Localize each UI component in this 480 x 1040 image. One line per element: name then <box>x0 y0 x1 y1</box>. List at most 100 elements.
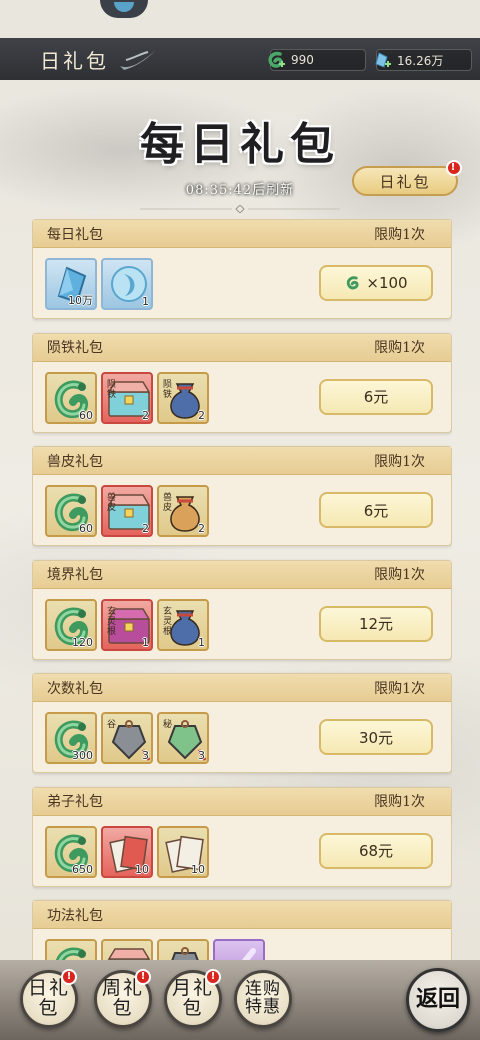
buy-button[interactable]: 30元 <box>319 719 433 755</box>
jade-coin-icon <box>268 51 285 68</box>
return-button[interactable]: 返回 <box>406 968 470 1032</box>
reward-item-tag: 兽皮 <box>107 493 117 513</box>
purchase-limit: 限购1次 <box>374 453 425 470</box>
jade-coin-icon <box>55 947 86 960</box>
reward-item-quantity: 10万 <box>68 294 93 307</box>
nav-combo-deal-button[interactable]: 连购特惠 <box>234 970 292 1028</box>
tab-daily-pack[interactable]: 日礼包 ! <box>352 160 462 196</box>
buy-button-price: ×100 <box>366 274 408 292</box>
reward-item[interactable]: 60 <box>45 371 97 424</box>
reward-item-quantity: 1 <box>198 635 205 649</box>
nav-monthly-pack-button[interactable]: 月礼包 ! <box>164 969 222 1028</box>
page-title: 每日礼包 <box>140 119 340 170</box>
reward-item[interactable]: 兽皮 2 <box>101 485 153 537</box>
reward-item-quantity: 1 <box>142 635 149 649</box>
token-icon <box>171 947 199 960</box>
reward-item[interactable]: 兽皮 2 <box>157 485 209 537</box>
pack-card-header: 境界礼包 限购1次 <box>33 560 451 589</box>
reward-item[interactable] <box>45 939 97 960</box>
notification-badge-icon: ! <box>61 969 77 985</box>
buy-button-price: 12元 <box>358 615 394 633</box>
nav-weekly-pack-button[interactable]: 周礼包 ! <box>94 969 152 1028</box>
reward-item-quantity: 120 <box>72 635 93 649</box>
reward-item[interactable]: 秘3 <box>157 712 209 764</box>
reward-item[interactable]: 谷3 <box>101 712 153 764</box>
nav-daily-pack-button[interactable]: 日礼包 ! <box>20 969 78 1028</box>
header-title: 日礼包 <box>40 48 109 73</box>
crystal-currency-display[interactable]: 16.26万 <box>375 49 472 71</box>
pack-name: 弟子礼包 <box>47 794 103 810</box>
reward-item-tag: 谷 <box>107 720 117 730</box>
pack-card: 弟子礼包 限购1次 650 10 10 68元 <box>32 786 452 887</box>
pack-card: 陨铁礼包 限购1次 60 陨铁 2 陨铁 2 6元 <box>32 332 452 433</box>
reward-item-tag: 陨铁 <box>107 379 117 400</box>
buy-button-price: 30元 <box>358 728 394 747</box>
pack-card-header: 陨铁礼包 限购1次 <box>33 333 451 362</box>
reward-item-tag: 兽皮 <box>163 493 173 513</box>
tab-daily-pack-label: 日礼包 <box>379 172 431 191</box>
reward-item[interactable]: 玄灵根 1 <box>101 598 153 651</box>
reward-item-quantity: 60 <box>79 522 93 535</box>
pack-card-body: 10万 1 ×100 <box>33 248 451 318</box>
reward-item[interactable]: 10 <box>101 825 153 878</box>
pack-name: 兽皮礼包 <box>47 453 103 470</box>
nav-combo-deal-label: 连购特惠 <box>245 979 281 1017</box>
reward-item[interactable]: 玄灵根 1 <box>157 598 209 651</box>
purchase-limit: 限购1次 <box>374 680 425 697</box>
pack-card-header: 弟子礼包 限购1次 <box>33 787 451 816</box>
reward-item[interactable]: 60 <box>45 485 97 537</box>
buy-button-price: 68元 <box>358 842 394 860</box>
reward-item-tag: 秘 <box>163 720 173 730</box>
reward-item[interactable]: 650 <box>45 825 97 878</box>
reward-item-quantity: 10 <box>191 862 205 876</box>
pack-card-body: 300 谷 3 秘 3 30元 <box>33 702 451 772</box>
jade-coin-icon <box>347 276 359 290</box>
buy-button-price: 6元 <box>363 388 389 406</box>
reward-item[interactable]: 1 <box>101 258 153 310</box>
pack-card-header: 次数礼包 限购1次 <box>33 674 451 702</box>
reward-item-quantity: 2 <box>198 408 205 422</box>
reward-item[interactable]: 陨铁 2 <box>101 371 153 424</box>
reward-item[interactable]: 10万 <box>45 258 97 310</box>
pack-card-body: 60 兽皮 2 兽皮 2 6元 <box>33 475 451 545</box>
pack-name: 功法礼包 <box>47 907 103 924</box>
ornament-divider-icon <box>140 205 340 213</box>
reward-item[interactable]: 300 <box>45 712 97 764</box>
nav-daily-pack-label: 日礼包 <box>28 977 71 1019</box>
reward-item[interactable]: 10 <box>157 825 209 878</box>
reward-item[interactable] <box>157 939 209 960</box>
spirit-crystal-icon <box>375 52 391 68</box>
pack-card: 次数礼包 限购1次 300 谷 3 秘 3 30元 <box>32 673 452 773</box>
reward-item-tag: 玄灵根 <box>163 606 173 637</box>
notification-badge-icon: ! <box>205 969 221 985</box>
reward-item-quantity: 2 <box>142 522 149 535</box>
pack-name: 次数礼包 <box>47 680 103 697</box>
reward-item[interactable]: 120 <box>45 598 97 651</box>
pack-card-header: 每日礼包 限购1次 <box>33 220 451 248</box>
pack-card: 兽皮礼包 限购1次 60 兽皮 2 兽皮 2 6元 <box>32 446 452 546</box>
reward-item-tag: 陨铁 <box>163 379 173 400</box>
reward-item[interactable] <box>213 939 265 960</box>
buy-button[interactable]: 68元 <box>319 832 433 869</box>
pack-name: 陨铁礼包 <box>47 340 103 356</box>
pack-card: 境界礼包 限购1次 120 玄灵根 1 玄灵根 1 12元 <box>32 559 452 660</box>
reward-item-quantity: 300 <box>72 749 93 762</box>
reward-item[interactable]: 陨铁 2 <box>157 371 209 424</box>
return-button-label: 返回 <box>416 986 461 1013</box>
pack-card-header: 兽皮礼包 限购1次 <box>33 447 451 475</box>
jade-currency-display[interactable]: 990 <box>268 49 366 71</box>
reward-item-quantity: 2 <box>142 408 149 422</box>
reward-item[interactable] <box>101 939 153 960</box>
status-orb-icon <box>100 0 148 18</box>
pack-name: 境界礼包 <box>47 567 103 583</box>
buy-button[interactable]: 6元 <box>319 492 433 528</box>
buy-button[interactable]: 6元 <box>319 378 433 415</box>
pack-list[interactable]: 每日礼包 限购1次 10万 1 ×100 陨铁礼包 限购1次 60 陨铁 2 陨铁 2 6元 兽皮礼包 限购… <box>32 219 452 960</box>
reward-item-quantity: 650 <box>72 862 93 876</box>
buy-button[interactable]: ×100 <box>319 265 433 301</box>
pack-name: 每日礼包 <box>47 226 103 243</box>
pack-card: 每日礼包 限购1次 10万 1 ×100 <box>32 219 452 319</box>
buy-button[interactable]: 12元 <box>319 605 433 642</box>
ink-swoosh-icon <box>120 50 156 70</box>
nav-monthly-pack-label: 月礼包 <box>172 977 215 1019</box>
